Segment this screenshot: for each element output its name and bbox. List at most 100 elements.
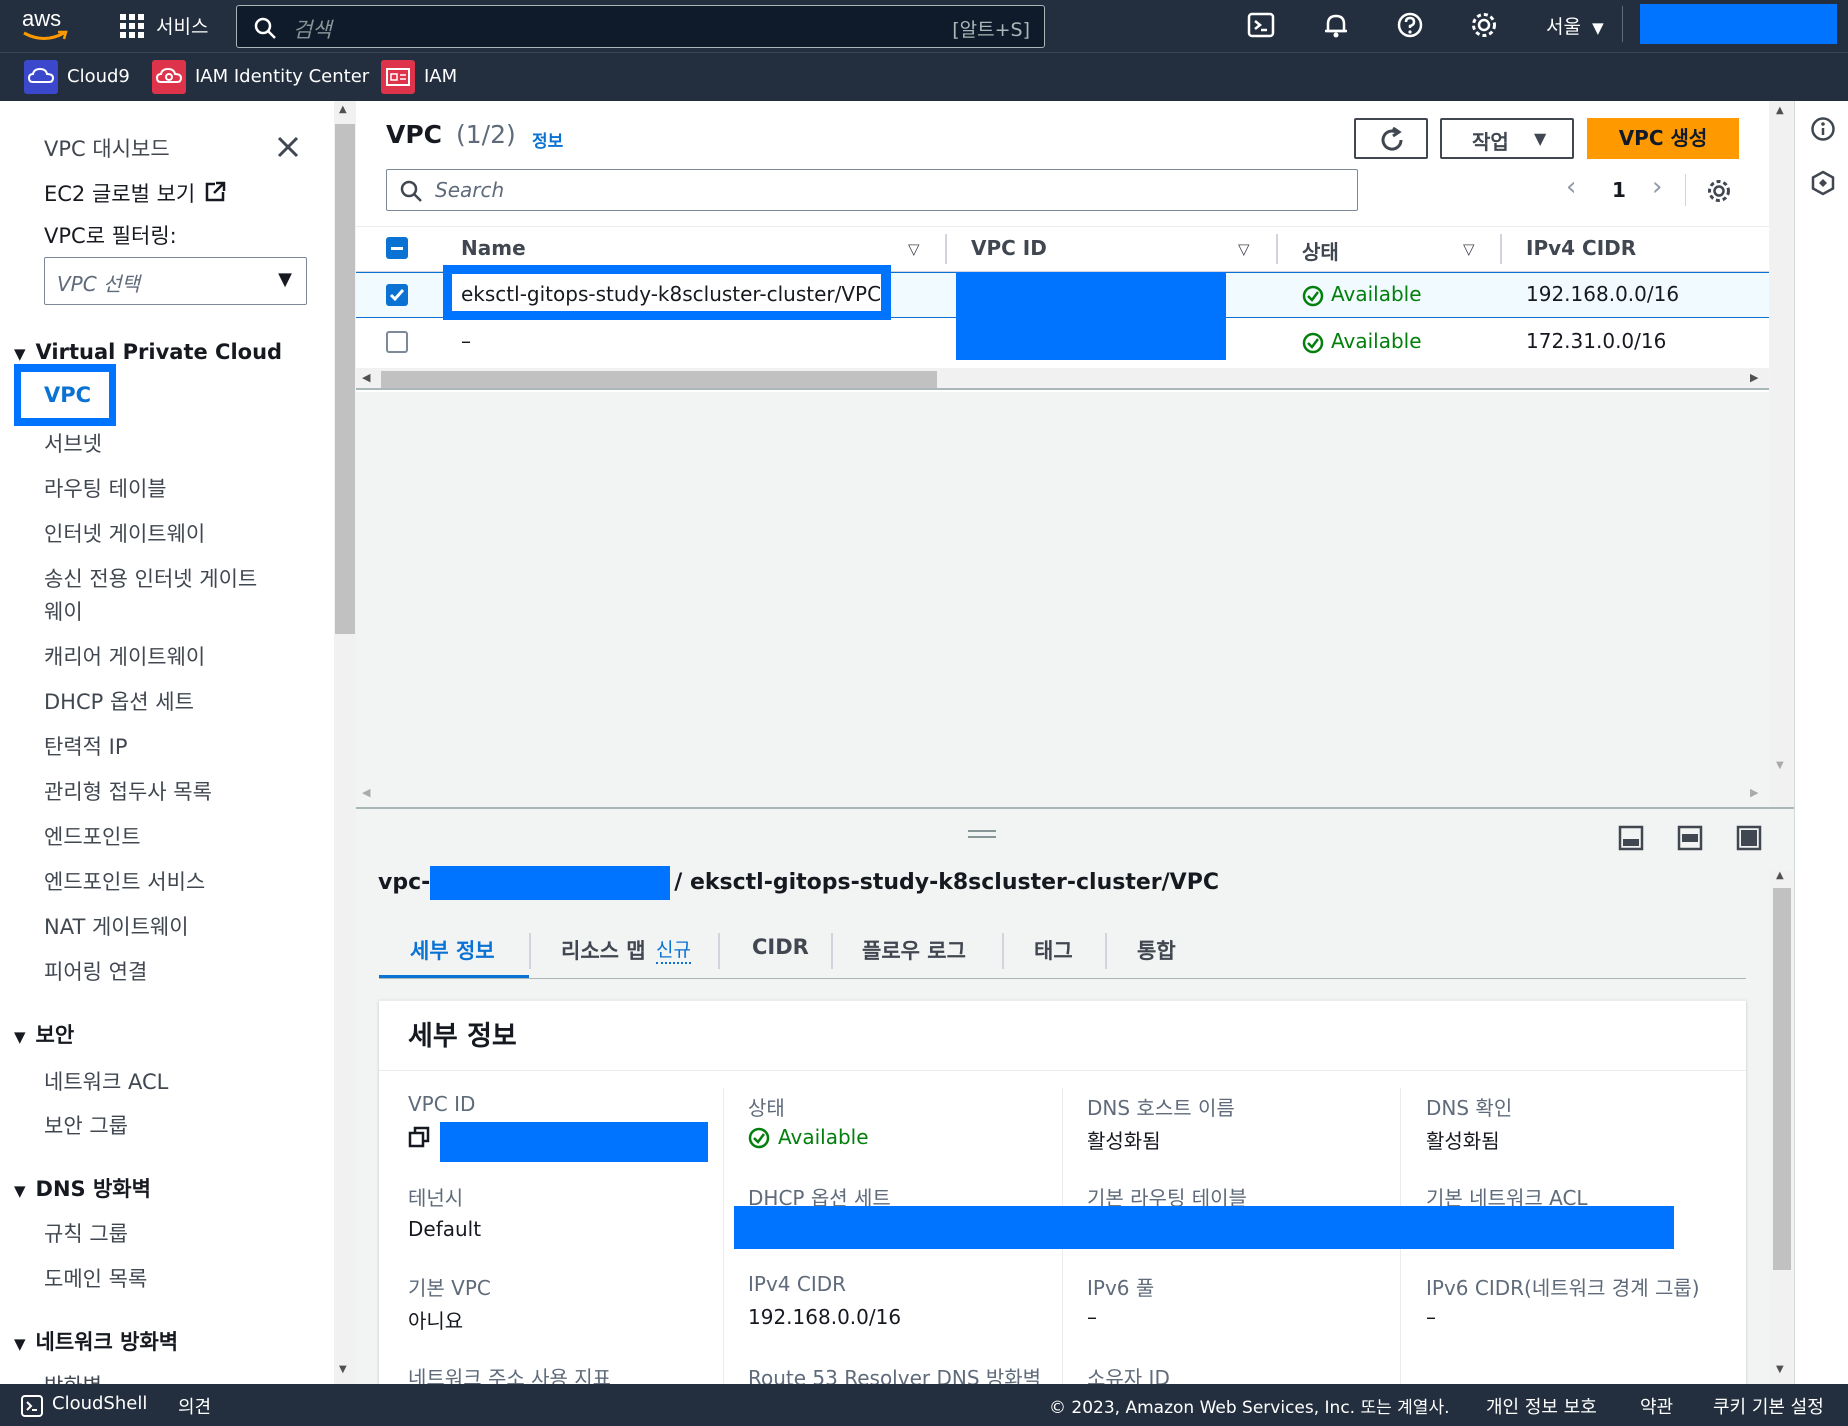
panel-full-icon[interactable] [1736,825,1762,851]
sidebar-item-dashboard[interactable]: VPC 대시보드 [44,133,170,163]
panel-side-icon[interactable] [1677,825,1703,851]
scroll-left-arrow-icon[interactable]: ◀ [362,371,370,384]
section-virtual-private-cloud[interactable]: ▼ Virtual Private Cloud [14,340,282,364]
region-selector[interactable]: 서울 ▼ [1546,12,1604,39]
tutorial-hexagon-icon[interactable] [1810,170,1836,196]
new-badge: 신규 [656,935,691,964]
tab-flow-logs[interactable]: 플로우 로그 [862,935,966,965]
sidebar-item-carrier-gateways[interactable]: 캐리어 게이트웨이 [44,641,205,671]
tab-cidr[interactable]: CIDR [752,935,809,959]
panel-bottom-icon[interactable] [1618,825,1644,851]
bell-icon[interactable] [1322,11,1350,39]
preferences-gear-icon[interactable] [1706,178,1732,204]
sidebar-item-elastic-ips[interactable]: 탄력적 IP [44,731,128,761]
sidebar-item-firewalls[interactable]: 방화벽 [44,1370,102,1384]
iam-icon[interactable] [381,60,415,94]
cloudshell-icon[interactable] [1247,11,1275,39]
aws-logo[interactable]: aws [22,6,70,44]
sort-icon[interactable]: ▽ [1463,240,1475,258]
create-vpc-button[interactable]: VPC 생성 [1587,118,1739,159]
tab-tags[interactable]: 태그 [1034,935,1073,965]
column-header-ipv4-cidr[interactable]: IPv4 CIDR [1526,236,1636,260]
scroll-up-arrow-icon[interactable]: ▲ [1776,105,1784,116]
sidebar-item-network-acls[interactable]: 네트워크 ACL [44,1066,168,1096]
help-icon[interactable] [1396,11,1424,39]
scroll-down-arrow-icon[interactable]: ▼ [1776,1364,1784,1375]
scroll-up-arrow-icon[interactable]: ▲ [1776,870,1784,881]
section-dns-firewall[interactable]: ▼ DNS 방화벽 [14,1173,151,1203]
tab-details[interactable]: 세부 정보 [410,935,495,965]
column-header-name[interactable]: Name [461,236,526,260]
row-checkbox[interactable] [386,284,408,306]
sidebar-item-subnets[interactable]: 서브넷 [44,428,102,458]
scroll-left-arrow-icon[interactable]: ◀ [362,786,370,799]
footer-feedback[interactable]: 의견 [178,1393,211,1419]
sidebar-item-peering[interactable]: 피어링 연결 [44,956,147,986]
tab-integrations[interactable]: 통합 [1137,935,1176,965]
info-link[interactable]: 정보 [532,127,563,152]
sidebar-item-egress-only-igw[interactable]: 송신 전용 인터넷 게이트 [44,563,257,593]
footer-cloudshell[interactable]: CloudShell [52,1393,147,1414]
sidebar-item-dhcp-options[interactable]: DHCP 옵션 세트 [44,686,194,716]
refresh-button[interactable] [1354,118,1428,159]
scroll-right-arrow-icon[interactable]: ▶ [1750,786,1758,799]
sort-icon[interactable]: ▽ [1238,240,1250,258]
favorite-cloud9[interactable]: Cloud9 [67,66,130,87]
scroll-right-arrow-icon[interactable]: ▶ [1750,371,1758,384]
footer-privacy[interactable]: 개인 정보 보호 [1486,1393,1597,1419]
next-page-icon[interactable]: › [1652,172,1662,202]
vpc-id-redacted [430,866,671,900]
section-network-firewall[interactable]: ▼ 네트워크 방화벽 [14,1326,178,1356]
scroll-up-arrow-icon[interactable]: ▲ [339,104,347,115]
field-status-label: 상태 [748,1096,785,1120]
sidebar-item-internet-gateways[interactable]: 인터넷 게이트웨이 [44,518,205,548]
sidebar-item-prefix-lists[interactable]: 관리형 접두사 목록 [44,776,212,806]
sort-icon[interactable]: ▽ [908,240,920,258]
select-all-checkbox[interactable] [386,237,408,259]
footer-terms[interactable]: 약관 [1640,1393,1673,1419]
sidebar-item-ec2-global[interactable]: EC2 글로벌 보기 [44,178,195,208]
sidebar-item-route-tables[interactable]: 라우팅 테이블 [44,473,167,503]
row-checkbox[interactable] [386,331,408,353]
cloudshell-icon[interactable] [20,1394,44,1418]
sidebar-item-domain-lists[interactable]: 도메인 목록 [44,1263,147,1293]
column-header-status[interactable]: 상태 [1302,236,1339,265]
split-panel-drag-handle[interactable] [968,830,996,838]
vpc-filter-select[interactable]: VPC 선택 ▼ [44,257,307,305]
iam-identity-center-icon[interactable] [152,60,186,94]
row-name: – [461,329,471,353]
sidebar-item-egress-only-igw-cont[interactable]: 웨이 [44,596,83,626]
global-search-input[interactable]: 검색 [알트+S] [236,5,1045,48]
scroll-down-arrow-icon[interactable]: ▼ [1776,760,1784,771]
sidebar-item-endpoints[interactable]: 엔드포인트 [44,821,141,851]
close-icon[interactable] [276,135,300,159]
account-menu-redacted[interactable] [1640,4,1837,44]
favorite-iam[interactable]: IAM [424,66,457,87]
footer-cookies[interactable]: 쿠키 기본 설정 [1713,1393,1824,1419]
detail-values-redacted [734,1206,1674,1249]
sidebar-item-rule-groups[interactable]: 규칙 그룹 [44,1218,128,1248]
info-icon[interactable] [1810,116,1836,142]
split-scroll-thumb[interactable] [1773,888,1791,1270]
main-vertical-scrollbar[interactable] [1770,101,1794,807]
table-search-input[interactable]: Search [386,169,1358,211]
actions-button[interactable]: 작업 ▼ [1440,118,1574,159]
sidebar-item-vpc[interactable]: VPC [44,383,91,407]
sidenav-scroll-thumb[interactable] [335,124,355,634]
section-security[interactable]: ▼ 보안 [14,1019,74,1049]
cloud9-icon[interactable] [24,60,58,94]
field-ipv4-cidr-label: IPv4 CIDR [748,1272,847,1296]
sidebar-item-endpoint-services[interactable]: 엔드포인트 서비스 [44,866,205,896]
table-scroll-thumb[interactable] [381,371,937,388]
sidebar-item-nat-gateways[interactable]: NAT 게이트웨이 [44,911,189,941]
page-number[interactable]: 1 [1612,178,1626,202]
favorite-iam-identity-center[interactable]: IAM Identity Center [195,66,369,87]
sidebar-item-security-groups[interactable]: 보안 그룹 [44,1110,128,1140]
gear-icon[interactable] [1470,11,1498,39]
prev-page-icon[interactable]: ‹ [1566,172,1576,202]
tab-resource-map[interactable]: 리소스 맵 [561,935,646,965]
copy-icon[interactable] [408,1126,430,1148]
search-icon [254,17,276,39]
column-header-vpc-id[interactable]: VPC ID [971,236,1047,260]
scroll-down-arrow-icon[interactable]: ▼ [339,1364,347,1375]
